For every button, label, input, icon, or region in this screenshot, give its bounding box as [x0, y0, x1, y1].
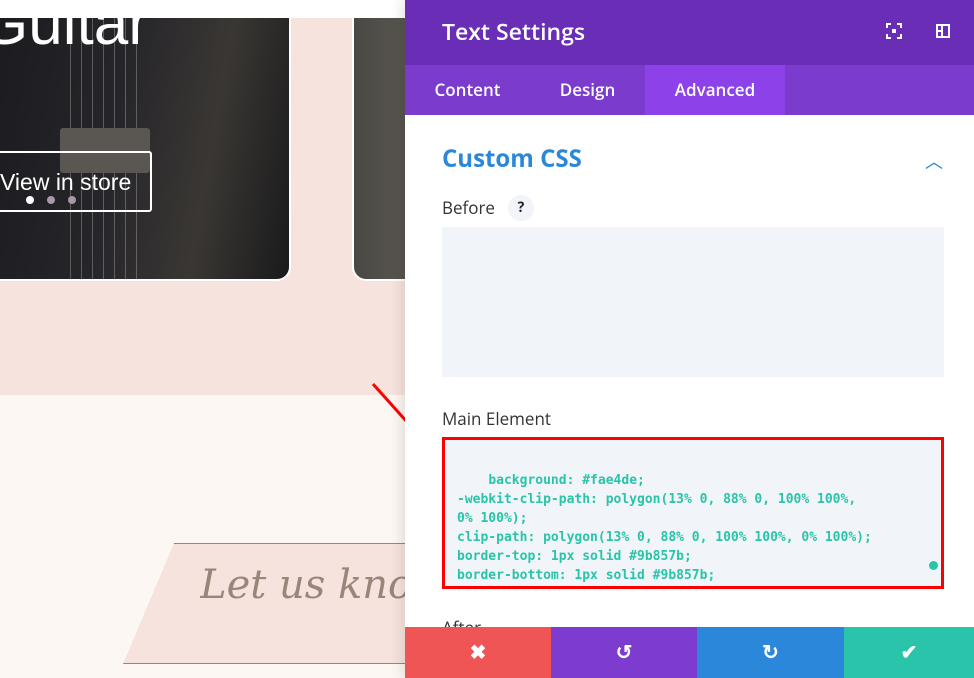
slider-dots	[26, 196, 76, 204]
before-label: Before	[442, 196, 495, 219]
before-css-input[interactable]	[442, 227, 944, 377]
cancel-button[interactable]: ✖	[405, 627, 551, 678]
redo-button[interactable]: ↻	[697, 627, 844, 678]
top-bar	[0, 0, 405, 18]
status-dot-icon	[929, 561, 938, 570]
slider-dot[interactable]	[68, 196, 76, 204]
chevron-up-icon[interactable]: ︿	[925, 148, 943, 174]
panel-tabs: Content Design Advanced	[405, 65, 974, 115]
panel-title: Text Settings	[442, 15, 586, 47]
view-in-store-button[interactable]: View in store	[0, 151, 152, 212]
panel-footer: ✖ ↺ ↻ ✔	[405, 627, 974, 678]
tab-advanced[interactable]: Advanced	[645, 65, 785, 115]
hero-title: Guitar	[0, 18, 149, 58]
main-element-label: Main Element	[442, 407, 551, 430]
sidebar-layout-icon[interactable]	[934, 22, 952, 40]
help-icon[interactable]: ?	[508, 195, 534, 221]
main-element-css-value: background: #fae4de; -webkit-clip-path: …	[457, 473, 872, 583]
slider-card: Guitar View in store	[0, 18, 291, 281]
save-button[interactable]: ✔	[844, 627, 974, 678]
banner-text: Let us know	[200, 562, 405, 608]
slider-card-2	[352, 18, 412, 281]
tab-content[interactable]: Content	[405, 65, 530, 115]
section-title[interactable]: Custom CSS	[442, 142, 582, 175]
undo-button[interactable]: ↺	[551, 627, 697, 678]
fullscreen-icon[interactable]	[885, 22, 903, 40]
settings-panel: Text Settings Content Design Advanced Cu…	[405, 0, 974, 678]
slider-dot[interactable]	[47, 196, 55, 204]
slider-dot[interactable]	[26, 196, 34, 204]
main-element-css-input[interactable]: background: #fae4de; -webkit-clip-path: …	[442, 437, 944, 589]
panel-header: Text Settings	[405, 0, 974, 65]
tab-design[interactable]: Design	[530, 65, 645, 115]
